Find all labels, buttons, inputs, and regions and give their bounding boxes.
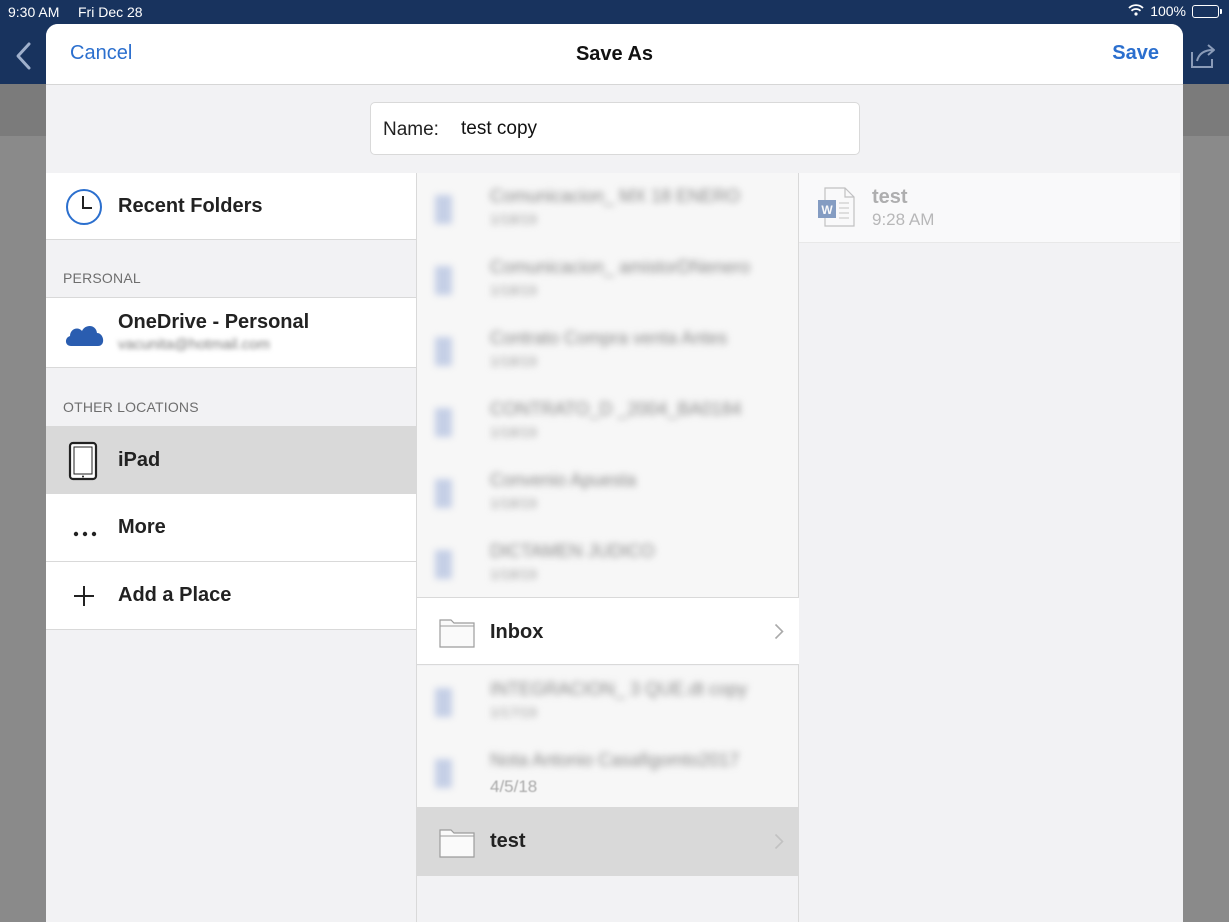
recent-folders-label: Recent Folders bbox=[118, 195, 263, 217]
folder-row-test[interactable]: test bbox=[417, 807, 799, 876]
battery-icon bbox=[1192, 4, 1222, 18]
word-document-icon: W bbox=[817, 187, 855, 232]
dialog-header: Cancel Save As Save bbox=[46, 24, 1183, 85]
word-file-icon bbox=[435, 195, 452, 224]
word-file-icon bbox=[435, 479, 452, 508]
other-locations-section-header: OTHER LOCATIONS bbox=[63, 399, 199, 415]
add-a-place-item[interactable]: Add a Place bbox=[46, 562, 416, 630]
folder-contents-pane: W test 9:28 AM bbox=[799, 173, 1183, 922]
status-date: Fri Dec 28 bbox=[78, 4, 143, 20]
file-name: CONTRATO_D _2004_BA0184 bbox=[490, 399, 742, 419]
document-row: W test 9:28 AM bbox=[799, 173, 1180, 243]
status-time: 9:30 AM bbox=[8, 4, 60, 20]
file-name: Nota Antonio Casafigomto2017 bbox=[490, 750, 740, 770]
ipad-label: iPad bbox=[118, 449, 161, 471]
document-modified-time: 9:28 AM bbox=[872, 210, 935, 229]
file-date: 1/18/19 bbox=[490, 211, 537, 227]
file-name: Convenio Apuesta bbox=[490, 470, 637, 490]
svg-text:W: W bbox=[821, 203, 833, 217]
more-label: More bbox=[118, 516, 166, 538]
folder-icon bbox=[439, 826, 475, 858]
blurred-file-row[interactable]: Contrato Compra venta Antes 1/18/19 bbox=[417, 315, 798, 386]
word-file-icon bbox=[435, 759, 452, 788]
save-button[interactable]: Save bbox=[1112, 42, 1159, 65]
chevron-right-icon bbox=[774, 623, 784, 645]
word-file-icon bbox=[435, 408, 452, 437]
file-name-input[interactable] bbox=[461, 113, 841, 145]
dialog-title: Save As bbox=[575, 43, 654, 65]
file-date: 1/18/19 bbox=[490, 424, 537, 440]
ipad-files-pane: Comunicacion_ MX 18 ENERO 1/18/19 Comuni… bbox=[417, 173, 799, 922]
folder-label: Inbox bbox=[490, 621, 544, 643]
blurred-file-row[interactable]: INTEGRACION_ 3 QUE.dt copy 1/17/19 bbox=[417, 666, 798, 737]
save-as-dialog: Cancel Save As Save Name: Recent Folders… bbox=[46, 24, 1183, 922]
back-arrow-icon[interactable] bbox=[13, 41, 35, 76]
file-date: 1/18/19 bbox=[490, 353, 537, 369]
blurred-file-row[interactable]: Convenio Apuesta 1/18/19 bbox=[417, 457, 798, 528]
name-field[interactable]: Name: bbox=[370, 102, 860, 155]
file-name: Comunicacion_ MX 18 ENERO bbox=[490, 186, 741, 206]
onedrive-personal-item[interactable]: OneDrive - Personal vacunita@hotmail.com bbox=[46, 297, 416, 368]
file-date: 1/17/19 bbox=[490, 704, 537, 720]
add-a-place-label: Add a Place bbox=[118, 584, 232, 606]
ipad-device-icon bbox=[68, 441, 98, 486]
file-date: 1/18/19 bbox=[490, 495, 537, 511]
word-file-icon bbox=[435, 688, 452, 717]
blurred-file-row[interactable]: Nota Antonio Casafigomto2017 4/5/18 bbox=[417, 737, 798, 807]
file-date: 1/18/19 bbox=[490, 282, 537, 298]
onedrive-account-email: vacunita@hotmail.com bbox=[118, 336, 270, 353]
chevron-right-icon bbox=[774, 833, 784, 855]
blurred-file-row[interactable]: Comunicacion_ amistorDNenero 1/18/19 bbox=[417, 244, 798, 315]
personal-section-header: PERSONAL bbox=[63, 270, 141, 286]
onedrive-cloud-icon bbox=[63, 320, 106, 353]
status-bar: 9:30 AM Fri Dec 28 100% bbox=[0, 0, 1229, 24]
document-name: test bbox=[872, 186, 908, 208]
folder-row-inbox[interactable]: Inbox bbox=[417, 597, 799, 665]
share-icon[interactable] bbox=[1188, 42, 1218, 75]
ipad-location-item[interactable]: iPad bbox=[46, 426, 416, 494]
folder-label: test bbox=[490, 830, 526, 852]
locations-pane: Recent Folders PERSONAL OneDrive - Perso… bbox=[46, 173, 417, 922]
file-name: INTEGRACION_ 3 QUE.dt copy bbox=[490, 679, 748, 699]
battery-percentage: 100% bbox=[1150, 3, 1186, 19]
file-date: 4/5/18 bbox=[490, 777, 538, 796]
onedrive-label: OneDrive - Personal bbox=[118, 311, 310, 333]
name-field-label: Name: bbox=[383, 119, 439, 140]
word-file-icon bbox=[435, 550, 452, 579]
file-name: Comunicacion_ amistorDNenero bbox=[490, 257, 751, 277]
ellipsis-icon bbox=[73, 524, 97, 542]
file-date: 1/18/19 bbox=[490, 566, 537, 582]
folder-icon bbox=[439, 616, 475, 648]
wifi-icon bbox=[1128, 3, 1144, 19]
word-file-icon bbox=[435, 337, 452, 366]
more-item[interactable]: More bbox=[46, 494, 416, 562]
file-name: Contrato Compra venta Antes bbox=[490, 328, 728, 348]
blurred-file-row[interactable]: Comunicacion_ MX 18 ENERO 1/18/19 bbox=[417, 173, 798, 244]
clock-icon bbox=[65, 188, 103, 231]
word-file-icon bbox=[435, 266, 452, 295]
plus-icon bbox=[73, 585, 95, 612]
file-name: DICTAMEN JUDICO bbox=[490, 541, 655, 561]
recent-folders-item[interactable]: Recent Folders bbox=[46, 173, 416, 240]
blurred-file-row[interactable]: DICTAMEN JUDICO 1/18/19 bbox=[417, 528, 798, 599]
blurred-file-row[interactable]: CONTRATO_D _2004_BA0184 1/18/19 bbox=[417, 386, 798, 457]
